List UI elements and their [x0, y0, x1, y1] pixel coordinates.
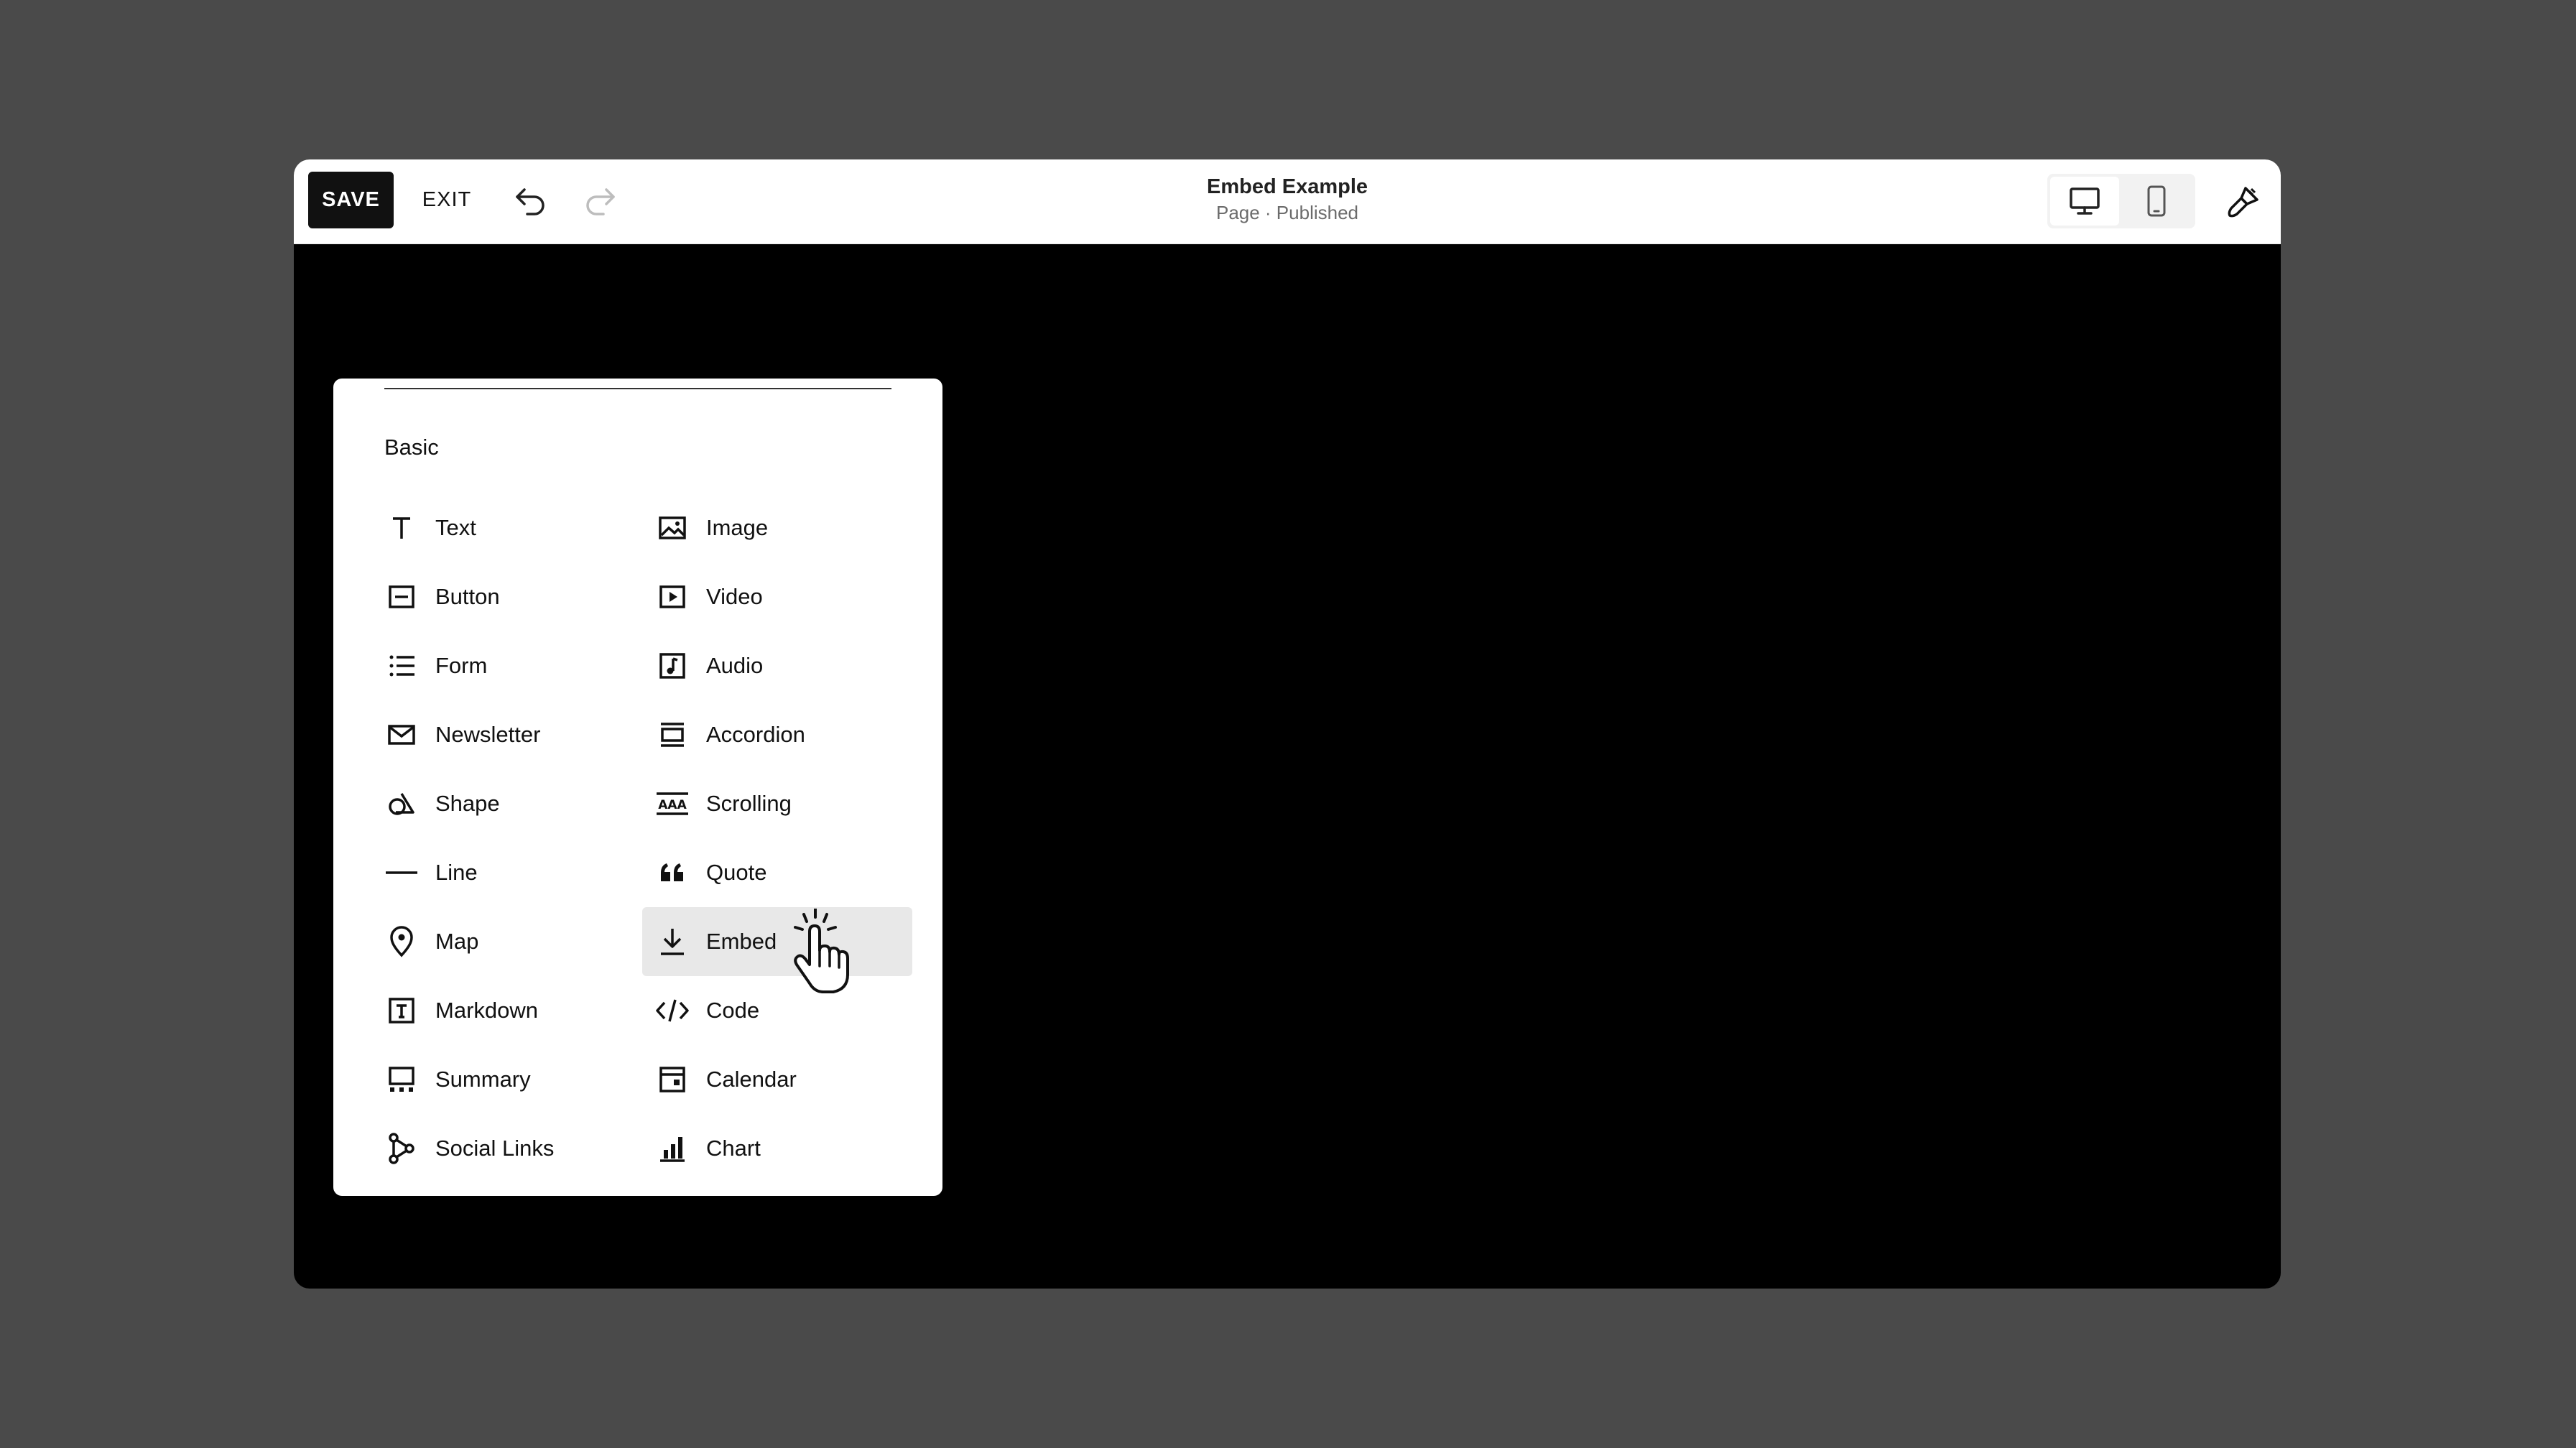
block-video[interactable]: Video — [642, 562, 912, 631]
block-audio[interactable]: Audio — [642, 631, 912, 700]
block-scrolling[interactable]: AAA Scrolling — [642, 769, 912, 838]
block-label: Text — [435, 515, 476, 540]
block-quote[interactable]: Quote — [642, 838, 912, 907]
button-icon — [384, 580, 419, 614]
editor-window: SAVE EXIT Embed Example Page · Published — [294, 159, 2281, 1289]
block-social-links[interactable]: Social Links — [371, 1114, 641, 1183]
block-button[interactable]: Button — [371, 562, 641, 631]
desktop-view-button[interactable] — [2050, 177, 2119, 226]
block-line[interactable]: Line — [371, 838, 641, 907]
shape-icon — [384, 786, 419, 821]
desktop-icon — [2070, 187, 2100, 215]
block-label: Button — [435, 584, 500, 609]
block-label: Chart — [706, 1136, 761, 1161]
svg-text:AAA: AAA — [658, 798, 687, 812]
block-image[interactable]: Image — [642, 493, 912, 562]
block-map[interactable]: Map — [371, 907, 641, 976]
block-form[interactable]: Form — [371, 631, 641, 700]
block-embed[interactable]: Embed — [642, 907, 912, 976]
block-label: Calendar — [706, 1067, 797, 1092]
accordion-icon — [655, 718, 690, 752]
embed-icon — [655, 924, 690, 959]
mobile-view-button[interactable] — [2122, 177, 2191, 226]
block-label: Image — [706, 515, 769, 540]
editor-toolbar: SAVE EXIT Embed Example Page · Published — [294, 159, 2281, 244]
block-label: Shape — [435, 791, 500, 816]
chart-icon — [655, 1131, 690, 1166]
page-title: Embed Example — [1206, 175, 1368, 198]
form-icon — [384, 649, 419, 683]
scrolling-icon: AAA — [655, 786, 690, 821]
block-label: Form — [435, 653, 488, 678]
block-label: Video — [706, 584, 763, 609]
block-label: Audio — [706, 653, 764, 678]
envelope-icon — [384, 718, 419, 752]
quote-icon — [655, 855, 690, 890]
block-accordion[interactable]: Accordion — [642, 700, 912, 769]
add-block-panel: Basic Text Button Form Newsletter Shape … — [333, 379, 942, 1196]
paintbrush-icon — [2228, 187, 2258, 218]
audio-icon — [655, 649, 690, 683]
block-label: Quote — [706, 860, 767, 885]
block-label: Markdown — [435, 998, 538, 1023]
device-view-toggle — [2047, 174, 2195, 228]
video-icon — [655, 580, 690, 614]
code-icon — [655, 993, 690, 1028]
block-calendar[interactable]: Calendar — [642, 1045, 912, 1114]
block-markdown[interactable]: Markdown — [371, 976, 641, 1045]
text-icon — [384, 511, 419, 545]
block-label: Map — [435, 929, 479, 954]
section-title-basic: Basic — [384, 435, 439, 460]
block-label: Embed — [706, 929, 777, 954]
block-code[interactable]: Code — [642, 976, 912, 1045]
site-styles-button[interactable] — [2220, 178, 2267, 226]
block-label: Newsletter — [435, 722, 541, 747]
block-shape[interactable]: Shape — [371, 769, 641, 838]
mobile-icon — [2147, 185, 2166, 217]
block-newsletter[interactable]: Newsletter — [371, 700, 641, 769]
calendar-icon — [655, 1062, 690, 1097]
block-summary[interactable]: Summary — [371, 1045, 641, 1114]
markdown-icon — [384, 993, 419, 1028]
block-text[interactable]: Text — [371, 493, 641, 562]
social-links-icon — [384, 1131, 419, 1166]
block-label: Line — [435, 860, 478, 885]
block-label: Scrolling — [706, 791, 792, 816]
block-label: Summary — [435, 1067, 531, 1092]
map-pin-icon — [384, 924, 419, 959]
block-label: Accordion — [706, 722, 805, 747]
block-label: Social Links — [435, 1136, 555, 1161]
summary-icon — [384, 1062, 419, 1097]
panel-divider — [384, 388, 891, 389]
image-icon — [655, 511, 690, 545]
page-status: Page · Published — [1215, 202, 1359, 223]
block-chart[interactable]: Chart — [642, 1114, 912, 1183]
block-label: Code — [706, 998, 760, 1023]
line-icon — [384, 855, 419, 890]
